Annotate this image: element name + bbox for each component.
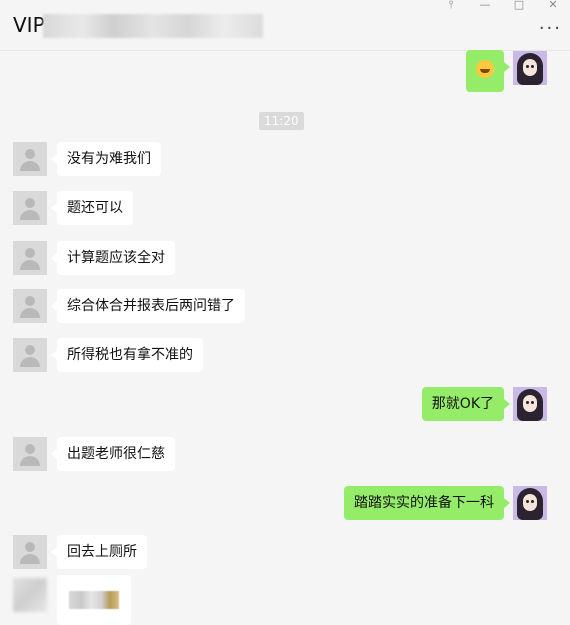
self-avatar[interactable] [513,486,547,520]
time-divider: 11:20 [259,112,304,130]
message-bubble-other[interactable]: 计算题应该全对 [51,241,175,275]
message-bubble-other[interactable]: 出题老师很仁慈 [51,437,175,471]
minimize-icon[interactable]: — [478,0,492,12]
self-avatar[interactable] [513,387,547,421]
message-bubble-self[interactable]: 踏踏实实的准备下一科 [344,486,510,520]
message-bubble-self[interactable]: 那就OK了 [421,387,511,421]
message-bubble-self[interactable] [466,50,510,92]
window-controls: ⫯ — □ ✕ [444,0,560,12]
contact-avatar[interactable] [13,535,47,569]
contact-avatar[interactable] [13,191,47,225]
more-options-button[interactable]: ··· [539,18,562,39]
contact-avatar[interactable] [13,142,47,176]
contact-avatar[interactable] [13,578,47,612]
message-bubble-other[interactable]: 综合体合并报表后两问错了 [51,289,245,323]
pin-icon[interactable]: ⫯ [444,0,458,12]
contact-avatar[interactable] [13,241,47,275]
laughing-emoji-icon [476,60,494,78]
redacted-message-bubble[interactable] [57,575,131,625]
contact-avatar[interactable] [13,437,47,471]
maximize-icon[interactable]: □ [512,0,526,12]
contact-avatar[interactable] [13,338,47,372]
message-bubble-other[interactable]: 回去上厕所 [51,535,147,569]
chat-header: VIP ⫯ — □ ✕ ··· [0,0,570,50]
contact-avatar[interactable] [13,289,47,323]
self-avatar[interactable] [513,51,547,85]
message-bubble-other[interactable]: 没有为难我们 [51,142,161,176]
message-bubble-other[interactable]: 题还可以 [51,191,133,225]
chat-title: VIP [13,13,45,37]
close-icon[interactable]: ✕ [546,0,560,12]
message-bubble-other[interactable]: 所得税也有拿不准的 [51,338,203,372]
redacted-title [43,14,263,38]
